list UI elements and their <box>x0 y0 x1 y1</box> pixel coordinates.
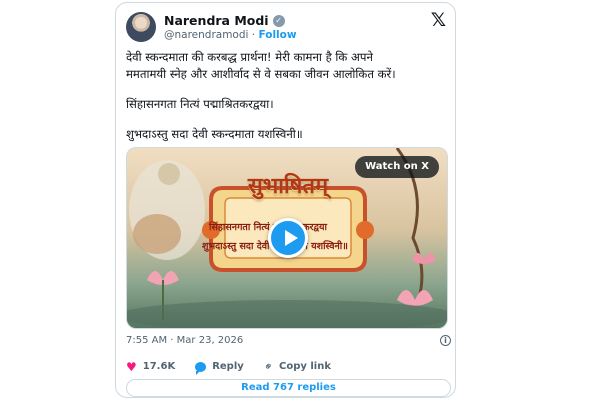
goddess-head-image <box>158 163 180 185</box>
tweet-meta: 7:55 AM · Mar 23, 2026 i <box>126 335 451 346</box>
tweet-time[interactable]: 7:55 AM <box>126 335 167 346</box>
copy-link-label: Copy link <box>279 361 331 372</box>
water-image <box>127 300 447 328</box>
x-logo-icon[interactable]: 𝕏 <box>431 9 446 31</box>
watch-on-x-button[interactable]: Watch on X <box>355 156 439 178</box>
video-thumbnail[interactable]: सुभाषितम् सिंहासनगता नित्यं पद्माश्रितकर… <box>126 147 448 329</box>
link-icon: ⚭ <box>260 358 277 375</box>
like-count: 17.6K <box>142 361 176 372</box>
author-block: Narendra Modi ✓ @narendramodi · Follow <box>164 13 297 41</box>
reply-bubble-icon <box>195 361 207 375</box>
author-name-row: Narendra Modi ✓ <box>164 13 297 28</box>
play-icon[interactable] <box>268 218 308 258</box>
read-replies-button[interactable]: Read 767 replies <box>126 379 451 397</box>
tweet-date[interactable]: Mar 23, 2026 <box>177 335 244 346</box>
handle-row: @narendramodi · Follow <box>164 29 297 41</box>
video-title-word: सुभाषितम् <box>247 174 329 199</box>
tweet-card: Narendra Modi ✓ @narendramodi · Follow 𝕏… <box>115 2 456 398</box>
tweet-text-line: सिंहासनगता नित्यं पद्माश्रितकरद्वया। <box>126 97 274 111</box>
info-icon[interactable]: i <box>440 335 451 346</box>
follow-link[interactable]: Follow <box>258 29 296 41</box>
lion-image <box>133 214 181 254</box>
handle-separator: · <box>251 29 256 41</box>
scroll-ornament-right-image <box>356 221 374 239</box>
verified-badge-icon: ✓ <box>272 14 285 27</box>
lotus-right-image <box>397 253 436 306</box>
tweet-text: देवी स्कन्दमाता की करबद्ध प्रार्थना! मेर… <box>126 49 451 143</box>
author-avatar[interactable] <box>126 12 156 42</box>
action-bar: ♥ 17.6K Reply ⚭ Copy link <box>126 358 351 375</box>
heart-icon: ♥ <box>126 359 137 374</box>
author-name[interactable]: Narendra Modi <box>164 13 269 28</box>
tweet-text-line: शुभदाऽस्तु सदा देवी स्कन्दमाता यशस्विनी॥ <box>126 127 303 141</box>
meta-separator: · <box>170 335 174 346</box>
reply-label: Reply <box>212 361 244 372</box>
like-button[interactable]: ♥ 17.6K <box>126 361 175 373</box>
reply-button[interactable]: Reply <box>195 361 244 375</box>
tweet-text-line: ममतामयी स्नेह और आशीर्वाद से वे सबका जीव… <box>126 67 396 81</box>
author-handle[interactable]: @narendramodi <box>164 29 248 41</box>
copy-link-button[interactable]: ⚭ Copy link <box>260 358 331 375</box>
tweet-text-line: देवी स्कन्दमाता की करबद्ध प्रार्थना! मेर… <box>126 50 373 64</box>
